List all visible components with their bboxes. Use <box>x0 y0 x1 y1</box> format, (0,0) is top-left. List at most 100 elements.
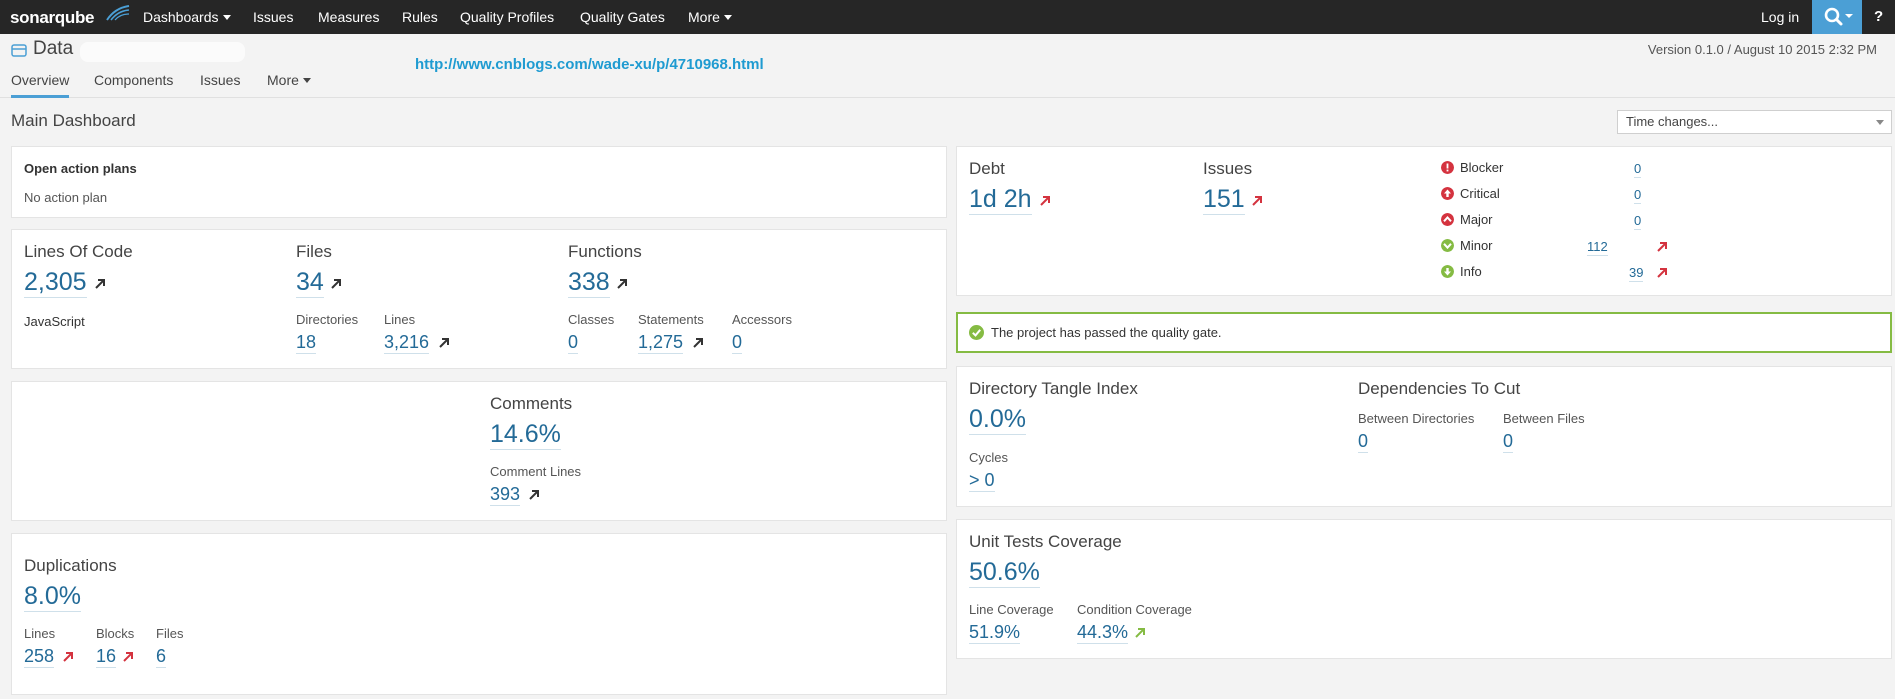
tangle-value[interactable]: 0.0% <box>969 404 1026 435</box>
action-plans-empty: No action plan <box>24 190 108 205</box>
functions-label: Functions <box>568 242 642 261</box>
time-changes-select[interactable]: Time changes... <box>1617 110 1892 134</box>
critical-label: Critical <box>1460 186 1500 201</box>
dup-blocks-value[interactable]: 16 <box>96 645 117 668</box>
nav-measures[interactable]: Measures <box>318 0 379 34</box>
nav-issues[interactable]: Issues <box>253 0 293 34</box>
trend-up-bad-icon <box>63 652 73 662</box>
nav-quality-gates[interactable]: Quality Gates <box>580 0 665 34</box>
critical-value[interactable]: 0 <box>1634 187 1642 204</box>
logo-arc-icon <box>106 5 130 21</box>
comment-lines-label: Comment Lines <box>490 464 582 479</box>
watermark-url: http://www.cnblogs.com/wade-xu/p/4710968… <box>415 56 764 73</box>
language-label: JavaScript <box>24 314 85 329</box>
between-dirs-value[interactable]: 0 <box>1358 430 1369 453</box>
cycles-label: Cycles <box>969 450 1009 465</box>
search-button[interactable] <box>1812 0 1862 34</box>
debt-value[interactable]: 1d 2h <box>969 184 1032 215</box>
between-files-value[interactable]: 0 <box>1503 430 1514 453</box>
blocker-value[interactable]: 0 <box>1634 161 1642 178</box>
action-plans-widget: Open action plans No action plan <box>11 146 947 218</box>
logo-text: sonarqube <box>10 8 95 28</box>
directories-label: Directories <box>296 312 359 327</box>
minor-icon <box>1441 239 1454 252</box>
cycles-value[interactable]: > 0 <box>969 469 995 492</box>
duplications-widget: Duplications 8.0% Lines 258 Blocks 16 Fi… <box>11 533 947 695</box>
tab-components[interactable]: Components <box>94 72 173 98</box>
critical-icon <box>1441 187 1454 200</box>
login-link[interactable]: Log in <box>1761 0 1799 34</box>
size-widget: Lines Of Code 2,305 JavaScript Files 34 … <box>11 229 947 369</box>
line-coverage-label: Line Coverage <box>969 602 1054 617</box>
trend-up-icon <box>693 338 703 348</box>
tab-overview[interactable]: Overview <box>11 72 70 98</box>
trend-up-bad-icon <box>1657 268 1667 278</box>
project-name: Data <box>33 38 74 59</box>
tab-issues[interactable]: Issues <box>200 72 240 98</box>
project-icon <box>11 44 27 57</box>
blocker-icon <box>1441 161 1454 174</box>
statements-value[interactable]: 1,275 <box>638 331 684 354</box>
functions-value[interactable]: 338 <box>568 267 610 298</box>
lines-value[interactable]: 3,216 <box>384 331 430 354</box>
comments-label: Comments <box>490 394 573 413</box>
nav-quality-profiles[interactable]: Quality Profiles <box>460 0 554 34</box>
chevron-down-icon <box>302 78 311 83</box>
accessors-label: Accessors <box>732 312 792 327</box>
help-icon: ? <box>1874 8 1884 25</box>
dup-blocks-label: Blocks <box>96 626 135 641</box>
project-header: Data http://www.cnblogs.com/wade-xu/p/47… <box>0 34 1895 98</box>
coverage-value[interactable]: 50.6% <box>969 557 1040 588</box>
info-value[interactable]: 39 <box>1629 265 1644 282</box>
duplications-value[interactable]: 8.0% <box>24 581 81 612</box>
nav-more[interactable]: More <box>688 0 732 34</box>
logo-suffix: qube <box>54 8 95 27</box>
condition-coverage-label: Condition Coverage <box>1077 602 1192 617</box>
statements-label: Statements <box>638 312 704 327</box>
loc-label: Lines Of Code <box>24 242 133 261</box>
chevron-down-icon <box>723 15 732 20</box>
condition-coverage-value[interactable]: 44.3% <box>1077 621 1129 644</box>
sonarqube-logo[interactable]: sonarqube <box>10 2 130 32</box>
files-value[interactable]: 34 <box>296 267 324 298</box>
comments-value[interactable]: 14.6% <box>490 419 561 450</box>
dup-lines-label: Lines <box>24 626 56 641</box>
classes-value[interactable]: 0 <box>568 331 579 354</box>
logo-prefix: sonar <box>10 8 55 27</box>
minor-value[interactable]: 112 <box>1587 239 1608 256</box>
comment-lines-value[interactable]: 393 <box>490 483 521 506</box>
check-circle-icon <box>969 325 984 340</box>
tab-more[interactable]: More <box>267 72 311 98</box>
help-button[interactable]: ? <box>1862 0 1895 34</box>
dup-files-label: Files <box>156 626 184 641</box>
dup-files-value[interactable]: 6 <box>156 645 167 668</box>
issues-debt-widget: Debt 1d 2h Issues 151 Blocker 0 Critical… <box>956 146 1892 296</box>
trend-up-bad-icon <box>1040 196 1050 206</box>
nav-dashboards-label: Dashboards <box>143 9 219 25</box>
info-icon <box>1441 265 1454 278</box>
search-icon <box>1824 7 1853 26</box>
accessors-value[interactable]: 0 <box>732 331 743 354</box>
dashboard-title: Main Dashboard <box>11 111 136 130</box>
nav-rules[interactable]: Rules <box>402 0 438 34</box>
trend-up-good-icon <box>1135 628 1145 638</box>
loc-value[interactable]: 2,305 <box>24 267 87 298</box>
trend-up-icon <box>439 338 449 348</box>
line-coverage-value[interactable]: 51.9% <box>969 621 1021 644</box>
trend-up-bad-icon <box>1252 196 1262 206</box>
directories-value[interactable]: 18 <box>296 331 317 354</box>
chevron-down-icon <box>1876 120 1884 125</box>
issues-value[interactable]: 151 <box>1203 184 1245 215</box>
major-value[interactable]: 0 <box>1634 213 1642 230</box>
between-files-label: Between Files <box>1503 411 1585 426</box>
coverage-widget: Unit Tests Coverage 50.6% Line Coverage … <box>956 519 1892 659</box>
quality-gate-message: The project has passed the quality gate. <box>991 325 1222 340</box>
info-label: Info <box>1460 264 1482 279</box>
top-navigation-bar: sonarqube Dashboards Issues Measures Rul… <box>0 0 1895 34</box>
tangle-label: Directory Tangle Index <box>969 379 1138 398</box>
nav-dashboards[interactable]: Dashboards <box>143 0 231 34</box>
debt-label: Debt <box>969 159 1005 178</box>
duplications-label: Duplications <box>24 556 117 575</box>
dup-lines-value[interactable]: 258 <box>24 645 55 668</box>
classes-label: Classes <box>568 312 615 327</box>
